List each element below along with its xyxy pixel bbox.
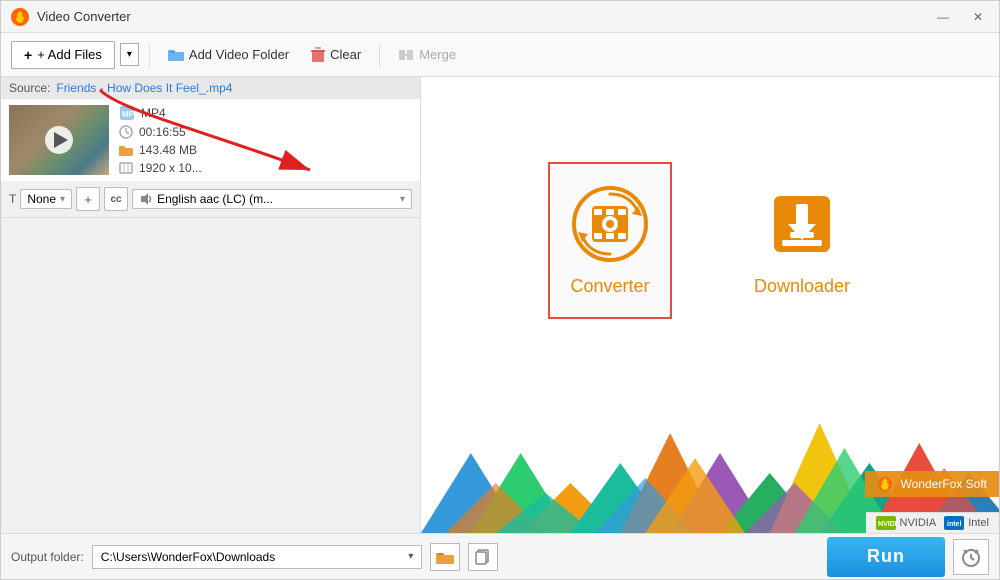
nvidia-label: NVIDIA bbox=[900, 517, 937, 529]
wonderfox-label: WonderFox Soft bbox=[901, 477, 987, 491]
duration-row: 00:16:55 bbox=[119, 123, 412, 141]
downloader-label: Downloader bbox=[754, 276, 850, 297]
main-content: Source: Friends - How Does It Feel_.mp4 bbox=[1, 77, 999, 533]
toolbar-divider-1 bbox=[149, 43, 150, 67]
duration-value: 00:16:55 bbox=[139, 125, 186, 139]
add-files-button[interactable]: + + Add Files bbox=[11, 41, 115, 69]
title-bar-controls: — ✕ bbox=[931, 8, 989, 26]
bottom-bar: Output folder: C:\Users\WonderFox\Downlo… bbox=[1, 533, 999, 579]
subtitle-type-label: T bbox=[9, 192, 16, 206]
format-row: MP4 MP4 bbox=[119, 103, 412, 123]
cc-button[interactable]: cc bbox=[104, 187, 128, 211]
welcome-section: Converter bbox=[421, 77, 999, 403]
clear-button[interactable]: Clear bbox=[303, 42, 369, 68]
toolbar-divider-2 bbox=[379, 43, 380, 67]
add-files-label: + Add Files bbox=[37, 47, 102, 62]
nvidia-badge: NVIDIA NVIDIA bbox=[876, 516, 937, 530]
size-row: 143.48 MB bbox=[119, 141, 412, 159]
add-video-folder-button[interactable]: Add Video Folder bbox=[160, 42, 297, 67]
run-button[interactable]: Run bbox=[827, 537, 945, 577]
controls-row: T None ▾ + cc English aac (LC) bbox=[1, 181, 420, 218]
output-path-input[interactable]: C:\Users\WonderFox\Downloads ▾ bbox=[92, 545, 423, 569]
triangles-section: WonderFox Soft NVIDIA NVIDIA bbox=[421, 403, 999, 533]
play-button[interactable] bbox=[45, 126, 73, 154]
tech-branding: NVIDIA NVIDIA intel Intel bbox=[866, 512, 999, 533]
nvidia-icon: NVIDIA bbox=[876, 516, 896, 530]
app-window: Video Converter — ✕ + + Add Files ▾ Add … bbox=[0, 0, 1000, 580]
folder-size-icon bbox=[119, 144, 133, 156]
alarm-button[interactable] bbox=[953, 539, 989, 575]
cc-icon: cc bbox=[111, 194, 122, 205]
converter-svg bbox=[570, 184, 650, 264]
svg-text:intel: intel bbox=[947, 521, 961, 528]
add-files-dropdown[interactable]: ▾ bbox=[120, 43, 139, 66]
svg-text:MP4: MP4 bbox=[122, 110, 135, 119]
source-label: Source: bbox=[9, 81, 50, 95]
add-subtitle-button[interactable]: + bbox=[76, 187, 100, 211]
audio-select[interactable]: English aac (LC) (m... ▾ bbox=[132, 189, 412, 209]
merge-icon bbox=[398, 48, 414, 62]
converter-icon bbox=[570, 184, 650, 264]
resolution-icon bbox=[119, 161, 133, 175]
folder-icon bbox=[168, 48, 184, 62]
clear-label: Clear bbox=[330, 47, 361, 62]
audio-icon bbox=[139, 192, 153, 206]
app-icon bbox=[11, 8, 29, 26]
file-header: Source: Friends - How Does It Feel_.mp4 bbox=[1, 77, 420, 99]
left-panel: Source: Friends - How Does It Feel_.mp4 bbox=[1, 77, 421, 533]
copy-icon bbox=[475, 549, 491, 565]
path-dropdown-arrow: ▾ bbox=[408, 551, 413, 562]
wonderfox-branding: WonderFox Soft bbox=[865, 471, 999, 497]
converter-label: Converter bbox=[570, 276, 649, 297]
resolution-row: 1920 x 10... bbox=[119, 159, 412, 177]
play-icon bbox=[54, 132, 68, 148]
subtitle-select[interactable]: None ▾ bbox=[20, 189, 72, 209]
resolution-value: 1920 x 10... bbox=[139, 161, 202, 175]
title-bar-left: Video Converter bbox=[11, 8, 131, 26]
subtitle-dropdown-arrow: ▾ bbox=[60, 194, 65, 205]
format-icon: MP4 bbox=[119, 105, 135, 121]
add-video-folder-label: Add Video Folder bbox=[189, 47, 289, 62]
title-bar: Video Converter — ✕ bbox=[1, 1, 999, 33]
output-path-value: C:\Users\WonderFox\Downloads bbox=[101, 550, 276, 564]
close-button[interactable]: ✕ bbox=[967, 8, 989, 26]
downloader-card[interactable]: Downloader bbox=[732, 162, 872, 319]
audio-track-value: English aac (LC) (m... bbox=[157, 192, 273, 206]
downloader-icon bbox=[762, 184, 842, 264]
right-panel: Converter bbox=[421, 77, 999, 533]
empty-file-area bbox=[1, 219, 420, 533]
file-info: MP4 MP4 00:16:55 bbox=[119, 103, 412, 177]
format-value: MP4 bbox=[141, 106, 166, 120]
plus-icon: + bbox=[24, 47, 32, 63]
file-thumbnail[interactable] bbox=[9, 105, 109, 175]
audio-dropdown-arrow: ▾ bbox=[400, 194, 405, 205]
minimize-button[interactable]: — bbox=[931, 8, 955, 26]
clock-icon bbox=[119, 125, 133, 139]
converter-card[interactable]: Converter bbox=[548, 162, 672, 319]
open-folder-icon bbox=[436, 550, 454, 564]
size-value: 143.48 MB bbox=[139, 143, 197, 157]
toolbar: + + Add Files ▾ Add Video Folder Clear bbox=[1, 33, 999, 77]
downloader-svg bbox=[762, 184, 842, 264]
alarm-icon bbox=[960, 546, 982, 568]
browse-folder-button[interactable] bbox=[430, 543, 460, 571]
app-title: Video Converter bbox=[37, 9, 131, 24]
merge-label: Merge bbox=[419, 47, 456, 62]
wonderfox-icon bbox=[877, 476, 893, 492]
source-filename: Friends - How Does It Feel_.mp4 bbox=[56, 81, 232, 95]
svg-text:NVIDIA: NVIDIA bbox=[878, 521, 896, 528]
merge-button[interactable]: Merge bbox=[390, 42, 464, 67]
copy-path-button[interactable] bbox=[468, 543, 498, 571]
intel-badge: intel Intel bbox=[944, 516, 989, 530]
clear-icon bbox=[311, 47, 325, 63]
subtitle-value: None bbox=[27, 192, 56, 206]
intel-label: Intel bbox=[968, 517, 989, 529]
intel-icon: intel bbox=[944, 516, 964, 530]
file-item: Source: Friends - How Does It Feel_.mp4 bbox=[1, 77, 420, 219]
file-details: MP4 MP4 00:16:55 bbox=[1, 99, 420, 181]
output-folder-label: Output folder: bbox=[11, 550, 84, 564]
